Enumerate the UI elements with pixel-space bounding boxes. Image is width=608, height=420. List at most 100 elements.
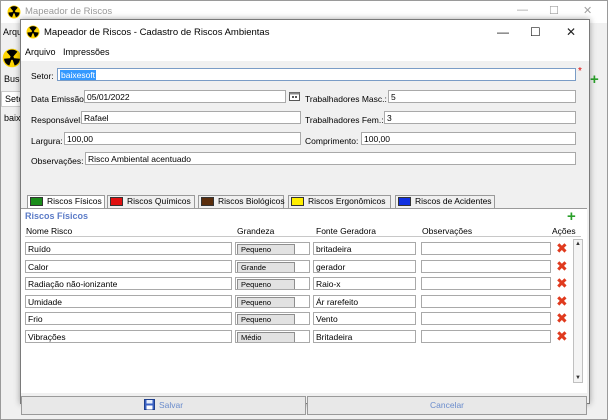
responsavel-label: Responsável:	[31, 115, 83, 125]
table-row: Radiação não-ionizante Pequeno Raio-x ✖	[21, 276, 571, 291]
fonte-geradora-field[interactable]: Ár rarefeito	[313, 294, 416, 308]
column-header-observacoes: Observações	[422, 226, 473, 236]
floppy-disk-icon	[143, 399, 155, 416]
observacoes-label: Observações:	[31, 156, 84, 166]
radiation-logo-icon	[26, 25, 40, 41]
background-maximize-icon[interactable]: ☐	[549, 4, 559, 17]
vertical-scrollbar[interactable]: ▲ ▼	[573, 239, 583, 383]
grandeza-cell[interactable]: Pequeno	[235, 277, 310, 290]
tab-riscos-acidentes[interactable]: Riscos de Acidentes	[395, 195, 495, 208]
column-header-grandeza: Grandeza	[237, 226, 275, 236]
largura-field[interactable]: 100,00	[64, 132, 301, 145]
yellow-swatch-icon	[291, 197, 304, 206]
delete-risk-icon[interactable]: ✖	[556, 259, 568, 273]
maximize-icon[interactable]: ☐	[530, 25, 541, 39]
nome-risco-field[interactable]: Calor	[25, 259, 232, 273]
trab-masc-field[interactable]: 5	[388, 90, 576, 103]
nome-risco-field[interactable]: Frio	[25, 312, 232, 325]
background-row-partial: baix	[4, 113, 21, 123]
grandeza-field: Pequeno	[237, 314, 295, 324]
observacoes-row-field[interactable]	[421, 242, 551, 255]
blue-swatch-icon	[398, 197, 411, 206]
trab-fem-label: Trabalhadores Fem.:	[305, 115, 384, 125]
red-swatch-icon	[110, 197, 123, 206]
grandeza-field: Médio	[237, 331, 295, 342]
observacoes-row-field[interactable]	[421, 259, 551, 273]
tab-riscos-quimicos[interactable]: Riscos Químicos	[107, 195, 195, 208]
tab-riscos-fisicos[interactable]: Riscos Físicos	[27, 195, 105, 209]
tab-riscos-ergonomicos[interactable]: Riscos Ergonômicos	[288, 195, 391, 208]
riscos-fisicos-panel: Riscos Físicos + Nome Risco Grandeza Fon…	[21, 208, 587, 393]
grandeza-cell[interactable]: Pequeno	[235, 242, 310, 255]
observacoes-row-field[interactable]	[421, 329, 551, 343]
emissao-field[interactable]: 05/01/2022	[84, 90, 286, 103]
cadastro-dialog: Mapeador de Riscos - Cadastro de Riscos …	[20, 19, 590, 415]
calendar-icon[interactable]	[289, 91, 300, 103]
background-window-title: Mapeador de Riscos	[25, 6, 113, 17]
grandeza-field: Pequeno	[237, 279, 295, 289]
observacoes-row-field[interactable]	[421, 294, 551, 308]
nome-risco-field[interactable]: Radiação não-ionizante	[25, 277, 232, 290]
observacoes-field[interactable]: Risco Ambiental acentuado	[85, 152, 576, 165]
nome-risco-field[interactable]: Umidade	[25, 294, 232, 308]
fonte-geradora-field[interactable]: britadeira	[313, 242, 416, 255]
setor-field[interactable]: baixesoft	[57, 68, 576, 81]
fonte-geradora-field[interactable]: Britadeira	[313, 329, 416, 343]
menu-impressoes[interactable]: Impressões	[63, 47, 110, 57]
background-add-icon[interactable]: +	[590, 71, 599, 88]
emissao-label: Data Emissão:	[31, 94, 87, 104]
responsavel-field[interactable]: Rafael	[81, 111, 301, 124]
cancel-button[interactable]: Cancelar	[307, 396, 587, 415]
comprimento-label: Comprimento:	[305, 136, 359, 146]
tab-riscos-biologicos[interactable]: Riscos Biológicos	[198, 195, 285, 208]
tab-label: Riscos Químicos	[127, 196, 191, 206]
fonte-geradora-field[interactable]: gerador	[313, 259, 416, 273]
delete-risk-icon[interactable]: ✖	[556, 294, 568, 308]
observacoes-row-field[interactable]	[421, 312, 551, 325]
background-close-icon[interactable]: ✕	[583, 4, 592, 17]
scroll-down-icon[interactable]: ▼	[574, 374, 582, 382]
grandeza-cell[interactable]: Médio	[235, 329, 310, 343]
trab-masc-label: Trabalhadores Masc.:	[305, 94, 387, 104]
section-title: Riscos Físicos	[25, 211, 89, 221]
comprimento-field[interactable]: 100,00	[361, 132, 576, 145]
largura-label: Largura:	[31, 136, 63, 146]
menu-bar: Arquivo Impressões	[21, 45, 589, 61]
grandeza-cell[interactable]: Pequeno	[235, 294, 310, 308]
required-mark: *	[578, 66, 582, 77]
dialog-title: Mapeador de Riscos - Cadastro de Riscos …	[44, 27, 270, 38]
column-header-fonte: Fonte Geradora	[316, 226, 377, 236]
delete-risk-icon[interactable]: ✖	[556, 311, 568, 325]
dialog-title-bar: Mapeador de Riscos - Cadastro de Riscos …	[21, 20, 589, 45]
fonte-geradora-field[interactable]: Vento	[313, 312, 416, 325]
delete-risk-icon[interactable]: ✖	[556, 329, 568, 343]
grandeza-field: Pequeno	[237, 296, 295, 307]
menu-arquivo[interactable]: Arquivo	[25, 47, 56, 57]
table-row: Umidade Pequeno Ár rarefeito ✖	[21, 294, 571, 309]
column-header-acoes: Ações	[552, 226, 576, 236]
nome-risco-field[interactable]: Vibrações	[25, 329, 232, 343]
tab-label: Riscos Ergonômicos	[308, 196, 386, 206]
cancel-label: Cancelar	[429, 400, 465, 410]
brown-swatch-icon	[201, 197, 214, 206]
radiation-logo-icon	[7, 5, 21, 21]
trab-fem-field[interactable]: 3	[384, 111, 576, 124]
delete-risk-icon[interactable]: ✖	[556, 276, 568, 290]
observacoes-row-field[interactable]	[421, 277, 551, 290]
background-minimize-icon[interactable]: —	[517, 4, 528, 16]
tab-label: Riscos Biológicos	[218, 196, 285, 206]
nome-risco-field[interactable]: Ruído	[25, 242, 232, 255]
scroll-up-icon[interactable]: ▲	[574, 240, 582, 248]
minimize-icon[interactable]: —	[497, 25, 509, 39]
column-header-nome: Nome Risco	[26, 226, 73, 236]
add-risk-icon[interactable]: +	[567, 209, 576, 224]
close-icon[interactable]: ✕	[566, 25, 576, 39]
fonte-geradora-field[interactable]: Raio-x	[313, 277, 416, 290]
delete-risk-icon[interactable]: ✖	[556, 241, 568, 255]
tab-label: Riscos de Acidentes	[415, 196, 492, 206]
grandeza-cell[interactable]: Grande	[235, 259, 310, 273]
table-row: Calor Grande gerador ✖	[21, 259, 571, 274]
grandeza-cell[interactable]: Pequeno	[235, 312, 310, 325]
table-row: Vibrações Médio Britadeira ✖	[21, 329, 571, 344]
save-button[interactable]: Salvar	[21, 396, 306, 415]
